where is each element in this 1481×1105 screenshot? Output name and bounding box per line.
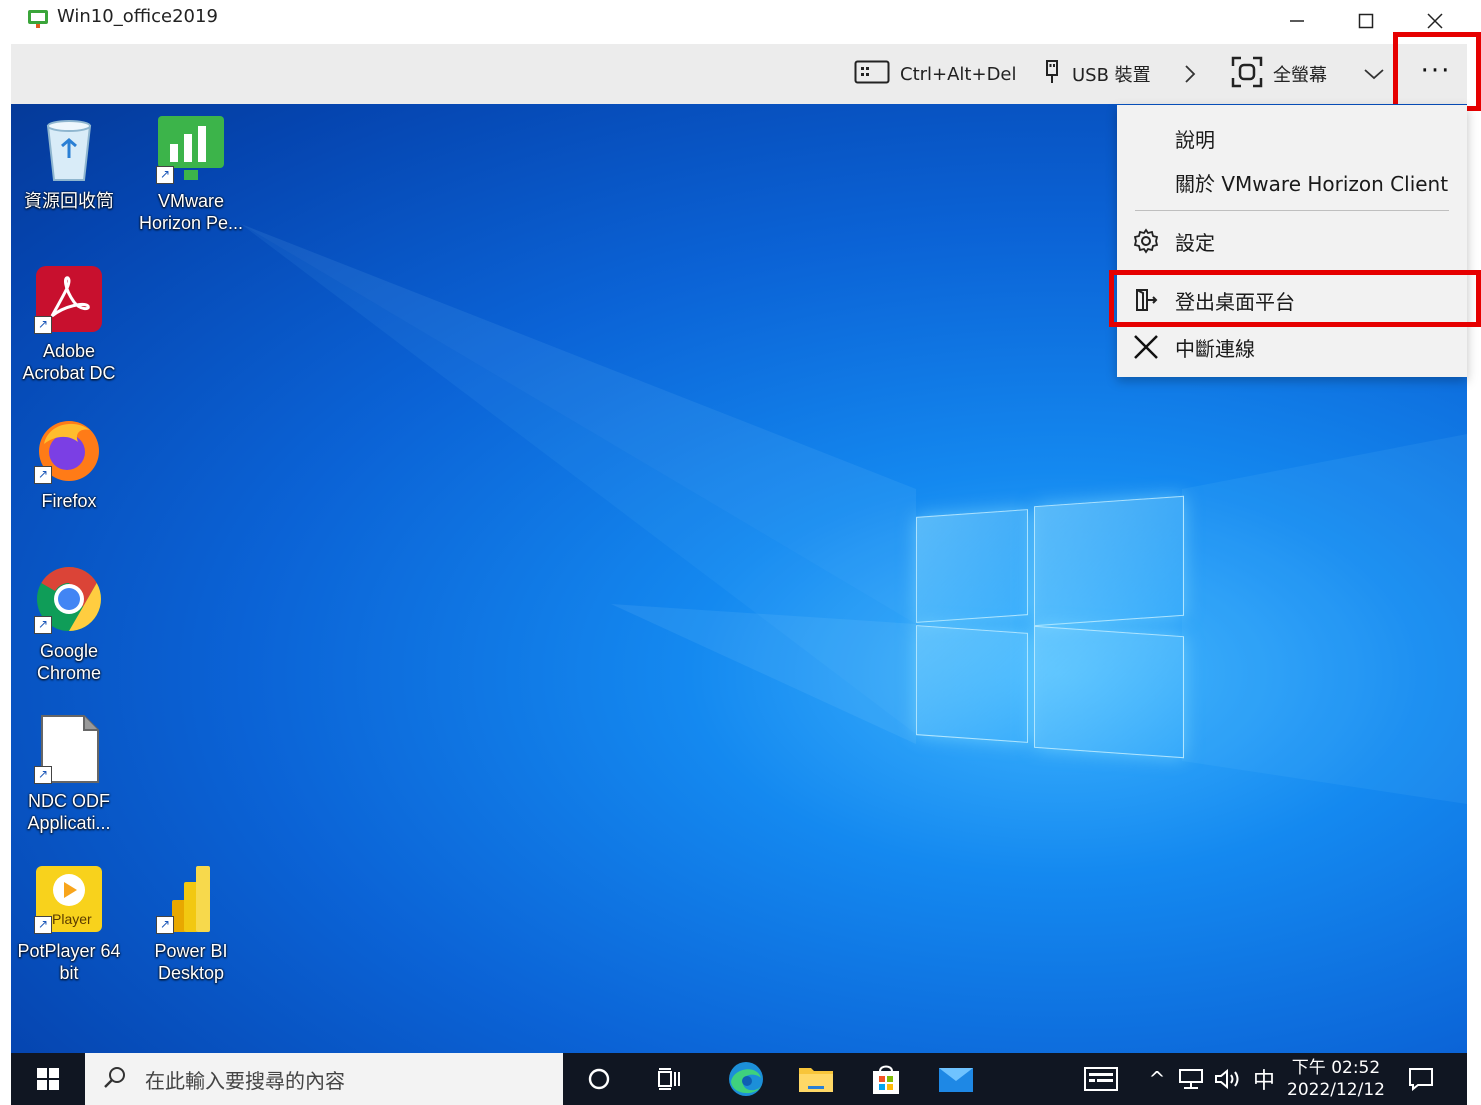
svg-text:Player: Player [52, 911, 92, 927]
ime-indicator[interactable]: 中 [1249, 1053, 1279, 1105]
clock-time: 下午 02:52 [1291, 1058, 1381, 1078]
mail-icon [939, 1068, 973, 1092]
toolbar-dropdown[interactable] [1363, 44, 1385, 104]
windows-start-icon [37, 1068, 59, 1090]
window-title-bar: Win10_office2019 [0, 0, 1481, 44]
toolbar-next-arrow[interactable] [1183, 44, 1197, 104]
menu-item-about[interactable]: 關於 VMware Horizon Client [1117, 159, 1467, 205]
minimize-button[interactable] [1277, 6, 1317, 36]
menu-separator [1135, 210, 1449, 211]
microsoft-store-icon [873, 1065, 899, 1094]
gear-icon [1117, 228, 1175, 254]
menu-item-help[interactable]: 說明 [1117, 115, 1467, 161]
desktop-icon-google-chrome[interactable]: ↗ Google Chrome [11, 564, 127, 684]
task-view-button[interactable] [647, 1053, 693, 1105]
taskbar-mail-button[interactable] [931, 1053, 981, 1105]
edge-icon [729, 1062, 763, 1096]
taskbar-clock[interactable]: 下午 02:52 2022/12/12 [1281, 1057, 1391, 1101]
volume-tray-button[interactable] [1211, 1053, 1245, 1105]
ctrl-alt-del-button[interactable]: Ctrl+Alt+Del [854, 44, 1017, 104]
search-placeholder: 在此輸入要搜尋的內容 [145, 1068, 345, 1093]
desktop-icon-label: VMware Horizon Pe... [138, 191, 244, 233]
desktop-icon-power-bi[interactable]: ↗ Power BI Desktop [133, 864, 249, 984]
shortcut-arrow-icon: ↗ [34, 466, 52, 484]
search-icon [103, 1065, 127, 1093]
cortana-circle-icon [588, 1068, 610, 1090]
taskbar-keyboard-tray[interactable] [1081, 1053, 1121, 1105]
shortcut-arrow-icon: ↗ [156, 166, 174, 184]
menu-item-settings[interactable]: 設定 [1117, 218, 1467, 264]
menu-item-label: 關於 VMware Horizon Client [1175, 171, 1449, 196]
chevron-down-icon [1364, 69, 1384, 80]
file-explorer-icon [799, 1068, 833, 1092]
desktop-icon-label: PotPlayer 64 bit [17, 941, 121, 983]
maximize-button[interactable] [1346, 6, 1386, 36]
notification-icon [1409, 1068, 1433, 1091]
window-title: Win10_office2019 [57, 6, 218, 27]
shortcut-arrow-icon: ↗ [34, 316, 52, 334]
shortcut-arrow-icon: ↗ [34, 766, 52, 784]
shortcut-arrow-icon: ↗ [34, 616, 52, 634]
network-tray-button[interactable] [1176, 1053, 1206, 1105]
desktop-icon-potplayer[interactable]: Player ↗ PotPlayer 64 bit [11, 864, 127, 984]
firefox-icon: ↗ [34, 414, 104, 484]
highlight-logoff-item [1109, 270, 1481, 327]
more-options-menu: 說明 關於 VMware Horizon Client 設定 登出桌面平台 中斷… [1117, 105, 1467, 377]
fullscreen-label: 全螢幕 [1273, 65, 1327, 86]
menu-item-label: 設定 [1175, 230, 1215, 255]
desktop-icon-adobe-acrobat[interactable]: ↗ Adobe Acrobat DC [11, 264, 127, 384]
adobe-acrobat-icon: ↗ [34, 264, 104, 334]
potplayer-icon: Player ↗ [34, 864, 104, 934]
desktop-icon-label: Adobe Acrobat DC [22, 341, 116, 383]
menu-item-label: 中斷連線 [1175, 336, 1255, 361]
chevron-right-icon [1185, 65, 1196, 83]
network-icon [1179, 1069, 1203, 1089]
keyboard-icon [854, 60, 890, 89]
recycle-bin-icon [34, 114, 104, 184]
clock-date: 2022/12/12 [1287, 1080, 1385, 1100]
close-x-icon [1117, 334, 1175, 360]
shortcut-arrow-icon: ↗ [34, 916, 52, 934]
ctrl-alt-del-label: Ctrl+Alt+Del [900, 63, 1017, 85]
chrome-icon: ↗ [34, 564, 104, 634]
shortcut-arrow-icon: ↗ [156, 916, 174, 934]
usb-devices-button[interactable]: USB 裝置 [1042, 44, 1151, 104]
desktop-icon-vmware-horizon-performance[interactable]: ↗ VMware Horizon Pe... [133, 114, 249, 234]
usb-label: USB 裝置 [1072, 65, 1151, 86]
taskbar-edge-button[interactable] [721, 1053, 771, 1105]
vmware-horizon-performance-icon: ↗ [156, 114, 226, 184]
usb-icon [1042, 59, 1062, 90]
desktop-icon-ndc-odf[interactable]: ↗ NDC ODF Applicati... [11, 714, 127, 834]
desktop-icon-label: Power BI Desktop [154, 941, 228, 983]
desktop-icon-label: Google Chrome [36, 641, 102, 683]
windows-logo-wallpaper [916, 489, 1184, 761]
desktop-icon-label: Firefox [41, 491, 97, 511]
start-button[interactable] [11, 1053, 85, 1105]
cortana-button[interactable] [576, 1053, 622, 1105]
menu-item-disconnect[interactable]: 中斷連線 [1117, 324, 1467, 370]
action-center-button[interactable] [1401, 1053, 1441, 1105]
taskbar-file-explorer-button[interactable] [791, 1053, 841, 1105]
taskbar-store-button[interactable] [861, 1053, 911, 1105]
horizon-toolbar: Ctrl+Alt+Del USB 裝置 全螢幕 [11, 44, 1467, 105]
task-view-icon [658, 1068, 680, 1090]
desktop-icon-recycle-bin[interactable]: 資源回收筒 [11, 114, 127, 212]
menu-item-label: 說明 [1175, 127, 1215, 152]
power-bi-icon: ↗ [156, 864, 226, 934]
fullscreen-button[interactable]: 全螢幕 [1231, 44, 1327, 104]
ndc-odf-icon: ↗ [34, 714, 104, 784]
highlight-more-button [1393, 32, 1481, 111]
desktop-icon-label: NDC ODF Applicati... [27, 791, 111, 833]
desktop-icon-firefox[interactable]: ↗ Firefox [11, 414, 127, 512]
desktop-icon-label: 資源回收筒 [24, 191, 114, 211]
touch-keyboard-icon [1084, 1067, 1118, 1091]
fullscreen-icon [1231, 56, 1263, 93]
windows-taskbar: 在此輸入要搜尋的內容 ^ 中 下午 02:52 2022/12/12 [11, 1053, 1467, 1105]
show-hidden-icons-button[interactable]: ^ [1144, 1053, 1170, 1105]
horizon-app-icon [27, 8, 49, 30]
speaker-icon [1215, 1068, 1239, 1090]
taskbar-search-box[interactable]: 在此輸入要搜尋的內容 [85, 1053, 563, 1105]
